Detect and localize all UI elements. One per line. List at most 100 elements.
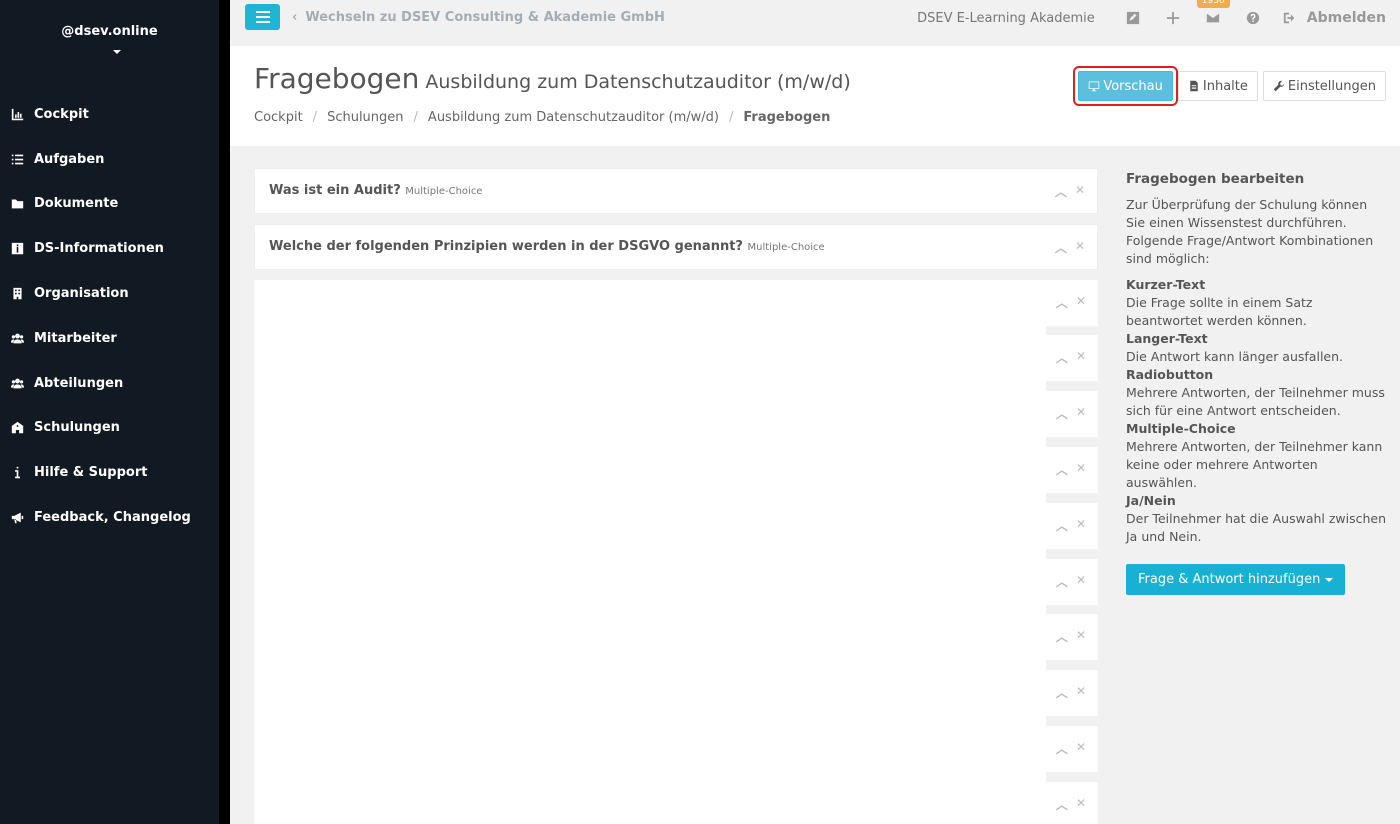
- top-right-area: DSEV E-Learning Akademie 1930 Abmelden: [917, 0, 1386, 36]
- sidebar-item-ds-informationen[interactable]: DS-Informationen: [0, 226, 219, 271]
- question-controls: ︿ ✕: [1056, 349, 1086, 366]
- edit-icon[interactable]: [1125, 10, 1141, 26]
- question-controls: ︿ ✕: [1055, 239, 1085, 256]
- sidebar-item-label: Cockpit: [34, 106, 89, 122]
- add-question-label: Frage & Antwort hinzufügen: [1138, 571, 1321, 587]
- help-icon[interactable]: [1245, 10, 1261, 26]
- question-card-loading[interactable]: ︿ ✕: [254, 446, 1098, 503]
- card-overlap: [254, 492, 1046, 503]
- menu-toggle-button[interactable]: [245, 4, 280, 30]
- sidebar-item-dokumente[interactable]: Dokumente: [0, 182, 219, 227]
- switch-organization-link[interactable]: ‹ Wechseln zu DSEV Consulting & Akademie …: [292, 10, 665, 25]
- sidebar-item-label: DS-Informationen: [34, 241, 164, 257]
- question-card-loading[interactable]: ︿ ✕: [254, 502, 1098, 559]
- preview-button[interactable]: Vorschau: [1078, 71, 1173, 101]
- question-controls: ︿ ✕: [1056, 461, 1086, 478]
- add-question-button[interactable]: Frage & Antwort hinzufügen: [1126, 564, 1346, 595]
- logout-button[interactable]: Abmelden: [1283, 10, 1386, 26]
- close-icon[interactable]: ✕: [1076, 405, 1086, 422]
- chevron-up-icon[interactable]: ︿: [1056, 740, 1068, 757]
- close-icon[interactable]: ✕: [1076, 628, 1086, 645]
- close-icon[interactable]: ✕: [1076, 349, 1086, 366]
- sidebar-item-schulungen[interactable]: Schulungen: [0, 406, 219, 451]
- close-icon[interactable]: ✕: [1076, 684, 1086, 701]
- logout-label: Abmelden: [1306, 10, 1386, 26]
- question-card-loading[interactable]: ︿ ✕: [254, 725, 1098, 782]
- mail-icon[interactable]: 1930: [1196, 0, 1230, 26]
- type-desc: Die Antwort kann länger ausfallen.: [1126, 349, 1343, 364]
- question-card-loading[interactable]: ︿ ✕: [254, 391, 1098, 448]
- help-heading: Fragebogen bearbeiten: [1126, 171, 1305, 187]
- card-overlap: [254, 771, 1046, 782]
- breadcrumb-course[interactable]: Ausbildung zum Datenschutzauditor (m/w/d…: [428, 110, 719, 125]
- question-card-loading[interactable]: ︿ ✕: [254, 614, 1098, 671]
- page-header: Fragebogen Ausbildung zum Datenschutzaudi…: [230, 46, 1400, 146]
- building-icon: [10, 287, 25, 301]
- sidebar-item-mitarbeiter[interactable]: Mitarbeiter: [0, 316, 219, 361]
- type-desc: Mehrere Antworten, der Teilnehmer muss s…: [1126, 385, 1385, 418]
- type-desc: Die Frage sollte in einem Satz beantwort…: [1126, 295, 1313, 328]
- plus-icon[interactable]: [1165, 10, 1181, 26]
- sidebar-item-label: Organisation: [34, 286, 129, 302]
- close-icon[interactable]: ✕: [1076, 573, 1086, 590]
- sidebar-item-label: Dokumente: [34, 196, 119, 212]
- close-icon[interactable]: ✕: [1076, 740, 1086, 757]
- chevron-up-icon[interactable]: ︿: [1056, 349, 1068, 366]
- close-icon[interactable]: ✕: [1076, 461, 1086, 478]
- question-controls: ︿ ✕: [1056, 294, 1086, 311]
- sidebar-item-feedback-changelog[interactable]: Feedback, Changelog: [0, 495, 219, 540]
- card-overlap: [254, 716, 1046, 727]
- close-icon[interactable]: ✕: [1076, 517, 1086, 534]
- type-list: Kurzer-Text Die Frage sollte in einem Sa…: [1126, 276, 1390, 546]
- chevron-up-icon[interactable]: ︿: [1055, 183, 1067, 200]
- chevron-up-icon[interactable]: ︿: [1056, 628, 1068, 645]
- question-controls: ︿ ✕: [1056, 740, 1086, 757]
- chevron-up-icon[interactable]: ︿: [1056, 684, 1068, 701]
- chevron-up-icon[interactable]: ︿: [1056, 461, 1068, 478]
- user-name[interactable]: @dsev.online: [0, 24, 219, 39]
- folder-icon: [10, 197, 25, 211]
- breadcrumb-schulungen[interactable]: Schulungen: [327, 110, 403, 125]
- question-card[interactable]: Welche der folgenden Prinzipien werden i…: [254, 223, 1098, 270]
- breadcrumb-cockpit[interactable]: Cockpit: [254, 110, 303, 125]
- chevron-left-icon: ‹: [292, 10, 298, 25]
- question-type: Multiple-Choice: [405, 186, 483, 197]
- close-icon[interactable]: ✕: [1075, 239, 1085, 256]
- question-card[interactable]: Was ist ein Audit? Multiple-Choice ︿ ✕: [254, 168, 1098, 214]
- sidebar-item-aufgaben[interactable]: Aufgaben: [0, 137, 219, 182]
- help-intro: Zur Überprüfung der Schulung können Sie …: [1126, 197, 1374, 266]
- close-icon[interactable]: ✕: [1075, 183, 1085, 200]
- question-list: Was ist ein Audit? Multiple-Choice ︿ ✕ We…: [254, 168, 1098, 824]
- hamburger-icon: [255, 11, 270, 23]
- close-icon[interactable]: ✕: [1076, 294, 1086, 311]
- question-card-loading[interactable]: ︿ ✕: [254, 781, 1098, 824]
- sidebar-item-hilfe-support[interactable]: Hilfe & Support: [0, 450, 219, 495]
- chevron-up-icon[interactable]: ︿: [1056, 517, 1068, 534]
- questionnaire-help-panel: Fragebogen bearbeiten Zur Überprüfung de…: [1126, 170, 1390, 595]
- user-caret-icon[interactable]: [113, 50, 121, 54]
- question-controls: ︿ ✕: [1055, 183, 1085, 200]
- close-icon[interactable]: ✕: [1076, 796, 1086, 813]
- settings-button[interactable]: Einstellungen: [1262, 71, 1386, 101]
- question-card-loading[interactable]: ︿ ✕: [254, 670, 1098, 727]
- question-card-loading[interactable]: ︿ ✕: [254, 335, 1098, 392]
- page-subtitle: Ausbildung zum Datenschutzauditor (m/w/d…: [425, 71, 851, 93]
- question-card-loading[interactable]: ︿ ✕: [254, 279, 1098, 336]
- chevron-up-icon[interactable]: ︿: [1056, 573, 1068, 590]
- sidebar-item-abteilungen[interactable]: Abteilungen: [0, 361, 219, 406]
- sidebar-item-organisation[interactable]: Organisation: [0, 271, 219, 316]
- sidebar-item-cockpit[interactable]: Cockpit: [0, 92, 219, 137]
- wrench-icon: [1273, 80, 1285, 92]
- sidebar-edge: [219, 0, 230, 824]
- chevron-up-icon[interactable]: ︿: [1056, 405, 1068, 422]
- chevron-up-icon[interactable]: ︿: [1055, 239, 1067, 256]
- sidebar-nav: Cockpit Aufgaben Dokumente DS-Informatio…: [0, 92, 219, 540]
- sidebar-item-label: Mitarbeiter: [34, 330, 117, 346]
- sidebar-item-label: Abteilungen: [34, 375, 124, 391]
- contents-button[interactable]: Inhalte: [1177, 71, 1258, 101]
- question-card-loading[interactable]: ︿ ✕: [254, 558, 1098, 615]
- chevron-up-icon[interactable]: ︿: [1056, 294, 1068, 311]
- type-term: Ja/Nein: [1126, 493, 1176, 508]
- chevron-up-icon[interactable]: ︿: [1056, 796, 1068, 813]
- users-icon: [10, 376, 25, 390]
